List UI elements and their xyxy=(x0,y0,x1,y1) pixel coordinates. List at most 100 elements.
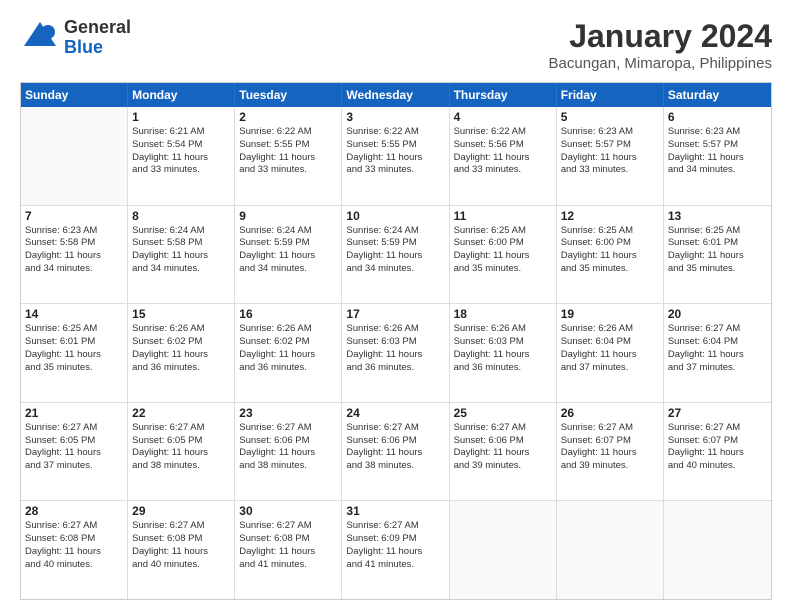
calendar-cell xyxy=(664,501,771,599)
cell-info-line: and 37 minutes. xyxy=(25,460,123,473)
day-number: 1 xyxy=(132,110,230,124)
logo-general: General xyxy=(64,18,131,38)
cell-info-line: Sunset: 6:06 PM xyxy=(454,435,552,448)
cell-info-line: and 33 minutes. xyxy=(454,164,552,177)
day-number: 16 xyxy=(239,307,337,321)
calendar-header: SundayMondayTuesdayWednesdayThursdayFrid… xyxy=(21,83,771,107)
calendar-week-1: 1Sunrise: 6:21 AMSunset: 5:54 PMDaylight… xyxy=(21,107,771,206)
day-number: 20 xyxy=(668,307,767,321)
cell-info-line: Sunrise: 6:25 AM xyxy=(668,225,767,238)
calendar-cell: 2Sunrise: 6:22 AMSunset: 5:55 PMDaylight… xyxy=(235,107,342,205)
cell-info-line: and 40 minutes. xyxy=(668,460,767,473)
logo-name: General Blue xyxy=(64,18,131,58)
cell-info-line: Sunrise: 6:27 AM xyxy=(668,422,767,435)
cell-info-line: and 35 minutes. xyxy=(25,362,123,375)
cell-info-line: Daylight: 11 hours xyxy=(454,250,552,263)
cell-info-line: Sunset: 6:06 PM xyxy=(346,435,444,448)
cell-info-line: Daylight: 11 hours xyxy=(132,546,230,559)
day-number: 14 xyxy=(25,307,123,321)
calendar-cell: 11Sunrise: 6:25 AMSunset: 6:00 PMDayligh… xyxy=(450,206,557,304)
header-day-sunday: Sunday xyxy=(21,83,128,107)
cell-info-line: Daylight: 11 hours xyxy=(346,250,444,263)
calendar-week-2: 7 Sunrise: 6:23 AMSunset: 5:58 PM Daylight… xyxy=(21,206,771,305)
cell-info-line: and 40 minutes. xyxy=(132,559,230,572)
cell-info-line: Sunset: 6:07 PM xyxy=(561,435,659,448)
calendar-cell xyxy=(557,501,664,599)
cell-info-line: and 37 minutes. xyxy=(561,362,659,375)
day-number: 6 xyxy=(668,110,767,124)
calendar-cell: 29Sunrise: 6:27 AMSunset: 6:08 PMDayligh… xyxy=(128,501,235,599)
day-number: 23 xyxy=(239,406,337,420)
day-number: 31 xyxy=(346,504,444,518)
calendar-week-5: 28Sunrise: 6:27 AMSunset: 6:08 PMDayligh… xyxy=(21,501,771,599)
cell-info-line: Sunrise: 6:22 AM xyxy=(239,126,337,139)
cell-info-line: Sunset: 6:05 PM xyxy=(25,435,123,448)
header-day-friday: Friday xyxy=(557,83,664,107)
cell-info-line: Sunset: 6:04 PM xyxy=(561,336,659,349)
cell-info-line: Daylight: 11 hours xyxy=(561,447,659,460)
day-number: 7 xyxy=(25,209,123,223)
calendar-cell: 15Sunrise: 6:26 AMSunset: 6:02 PMDayligh… xyxy=(128,304,235,402)
cell-info-line: Sunrise: 6:22 AM xyxy=(454,126,552,139)
calendar-body: 1Sunrise: 6:21 AMSunset: 5:54 PMDaylight… xyxy=(21,107,771,599)
cell-info-line: Sunrise: 6:24 AM xyxy=(132,225,230,238)
cell-info-line: Sunrise: 6:27 AM xyxy=(561,422,659,435)
day-number: 22 xyxy=(132,406,230,420)
cell-info-line: Daylight: 11 hours xyxy=(668,152,767,165)
calendar-cell: 30Sunrise: 6:27 AMSunset: 6:08 PMDayligh… xyxy=(235,501,342,599)
cell-info-line: and 33 minutes. xyxy=(239,164,337,177)
calendar-cell: 6Sunrise: 6:23 AMSunset: 5:57 PMDaylight… xyxy=(664,107,771,205)
cell-info-line: Sunrise: 6:26 AM xyxy=(239,323,337,336)
calendar-cell: 13Sunrise: 6:25 AMSunset: 6:01 PMDayligh… xyxy=(664,206,771,304)
day-number: 10 xyxy=(346,209,444,223)
cell-info-line: Daylight: 11 hours xyxy=(346,546,444,559)
cell-info-line: Daylight: 11 hours xyxy=(239,250,337,263)
cell-info-line: and 37 minutes. xyxy=(668,362,767,375)
cell-info-line: Daylight: 11 hours xyxy=(239,447,337,460)
day-number: 5 xyxy=(561,110,659,124)
cell-info-line: Sunrise: 6:23 AM xyxy=(25,225,123,238)
cell-info-line: Sunrise: 6:25 AM xyxy=(25,323,123,336)
header-day-thursday: Thursday xyxy=(450,83,557,107)
day-number: 19 xyxy=(561,307,659,321)
cell-info-line: and 35 minutes. xyxy=(561,263,659,276)
cell-info-line: Sunrise: 6:27 AM xyxy=(346,422,444,435)
cell-info-line: Sunset: 5:55 PM xyxy=(239,139,337,152)
calendar-cell: 1Sunrise: 6:21 AMSunset: 5:54 PMDaylight… xyxy=(128,107,235,205)
cell-info-line: Sunset: 6:01 PM xyxy=(668,237,767,250)
cell-info-line: Daylight: 11 hours xyxy=(454,349,552,362)
cell-info-line: Daylight: 11 hours xyxy=(561,152,659,165)
cell-info-line: Sunset: 6:02 PM xyxy=(132,336,230,349)
day-number: 15 xyxy=(132,307,230,321)
cell-info-line: Sunrise: 6:27 AM xyxy=(239,520,337,533)
cell-info-line: Sunset: 5:56 PM xyxy=(454,139,552,152)
cell-info-line: Sunrise: 6:23 AM xyxy=(668,126,767,139)
cell-info-line: Daylight: 11 hours xyxy=(668,349,767,362)
cell-info-line: Sunset: 5:58 PM xyxy=(25,237,123,250)
cell-info-line: and 41 minutes. xyxy=(239,559,337,572)
logo-blue: Blue xyxy=(64,38,131,58)
cell-info-line: Sunset: 6:08 PM xyxy=(239,533,337,546)
cell-info-line: Sunset: 6:06 PM xyxy=(239,435,337,448)
cell-info-line: and 41 minutes. xyxy=(346,559,444,572)
header: General Blue January 2024 Bacungan, Mima… xyxy=(20,18,772,72)
cell-info-line: Sunrise: 6:22 AM xyxy=(346,126,444,139)
cell-info-line: and 33 minutes. xyxy=(132,164,230,177)
calendar-cell: 18Sunrise: 6:26 AMSunset: 6:03 PMDayligh… xyxy=(450,304,557,402)
cell-info-line: Daylight: 11 hours xyxy=(132,152,230,165)
calendar-cell: 17Sunrise: 6:26 AMSunset: 6:03 PMDayligh… xyxy=(342,304,449,402)
cell-info-line: Sunset: 5:59 PM xyxy=(346,237,444,250)
cell-info-line: Sunset: 5:54 PM xyxy=(132,139,230,152)
cell-info-line: and 35 minutes. xyxy=(668,263,767,276)
cell-info-line: Sunrise: 6:25 AM xyxy=(561,225,659,238)
cell-info-line: and 38 minutes. xyxy=(346,460,444,473)
cell-info-line: Sunset: 6:09 PM xyxy=(346,533,444,546)
day-number: 8 xyxy=(132,209,230,223)
cell-info-line: Sunset: 6:08 PM xyxy=(25,533,123,546)
cell-info-line: and 38 minutes. xyxy=(132,460,230,473)
calendar-cell: 4Sunrise: 6:22 AMSunset: 5:56 PMDaylight… xyxy=(450,107,557,205)
cell-info-line: Daylight: 11 hours xyxy=(132,349,230,362)
cell-info-line: Daylight: 11 hours xyxy=(346,349,444,362)
day-number: 4 xyxy=(454,110,552,124)
cell-info-line: Sunrise: 6:26 AM xyxy=(561,323,659,336)
